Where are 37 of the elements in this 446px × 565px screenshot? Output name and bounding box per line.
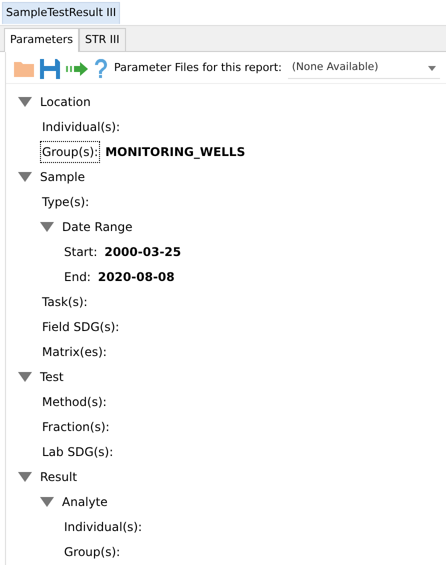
- node-label[interactable]: Date Range: [62, 218, 133, 236]
- field-label[interactable]: Task(s):: [40, 290, 90, 312]
- document-tab[interactable]: SampleTestResult III: [2, 2, 120, 24]
- field-label[interactable]: Lab SDG(s):: [40, 440, 116, 462]
- field-value: 2000-03-25: [104, 244, 182, 260]
- tab[interactable]: STR III: [78, 28, 126, 51]
- caret-icon: [428, 66, 436, 70]
- node-label[interactable]: Sample: [40, 168, 85, 186]
- field-label[interactable]: Field SDG(s):: [40, 316, 122, 338]
- arrow-right-icon[interactable]: [66, 62, 88, 76]
- field-label[interactable]: Group(s):: [62, 540, 122, 562]
- field-label[interactable]: End:: [62, 266, 93, 288]
- tab[interactable]: Parameters: [4, 28, 79, 52]
- field-label[interactable]: Individual(s):: [62, 516, 144, 538]
- field-label[interactable]: Group(s):: [40, 140, 100, 162]
- expand-triangle-icon[interactable]: [40, 496, 54, 506]
- node-label[interactable]: Test: [40, 368, 64, 386]
- save-icon[interactable]: [40, 58, 60, 78]
- node-label[interactable]: Result: [40, 468, 78, 486]
- expand-triangle-icon[interactable]: [18, 96, 32, 106]
- field-label[interactable]: Method(s):: [40, 390, 109, 412]
- field-label[interactable]: Start:: [62, 240, 100, 262]
- field-label[interactable]: Individual(s):: [40, 116, 122, 138]
- field-label[interactable]: Type(s):: [40, 190, 92, 212]
- field-label[interactable]: Fraction(s):: [40, 416, 112, 438]
- node-label[interactable]: Analyte: [62, 492, 108, 510]
- expand-triangle-icon[interactable]: [18, 172, 32, 182]
- expand-triangle-icon[interactable]: [18, 372, 32, 382]
- field-label: Parameter Files for this report:: [114, 60, 282, 76]
- field-label[interactable]: Matrix(es):: [40, 340, 109, 362]
- help-icon[interactable]: [94, 58, 108, 78]
- field-value: MONITORING_WELLS: [105, 144, 246, 160]
- node-label[interactable]: Location: [40, 92, 91, 110]
- expand-triangle-icon[interactable]: [18, 472, 32, 482]
- field-value: 2020-08-08: [98, 268, 175, 286]
- expand-triangle-icon[interactable]: [40, 222, 54, 232]
- parameter-files-dropdown[interactable]: (None Available): [288, 58, 440, 79]
